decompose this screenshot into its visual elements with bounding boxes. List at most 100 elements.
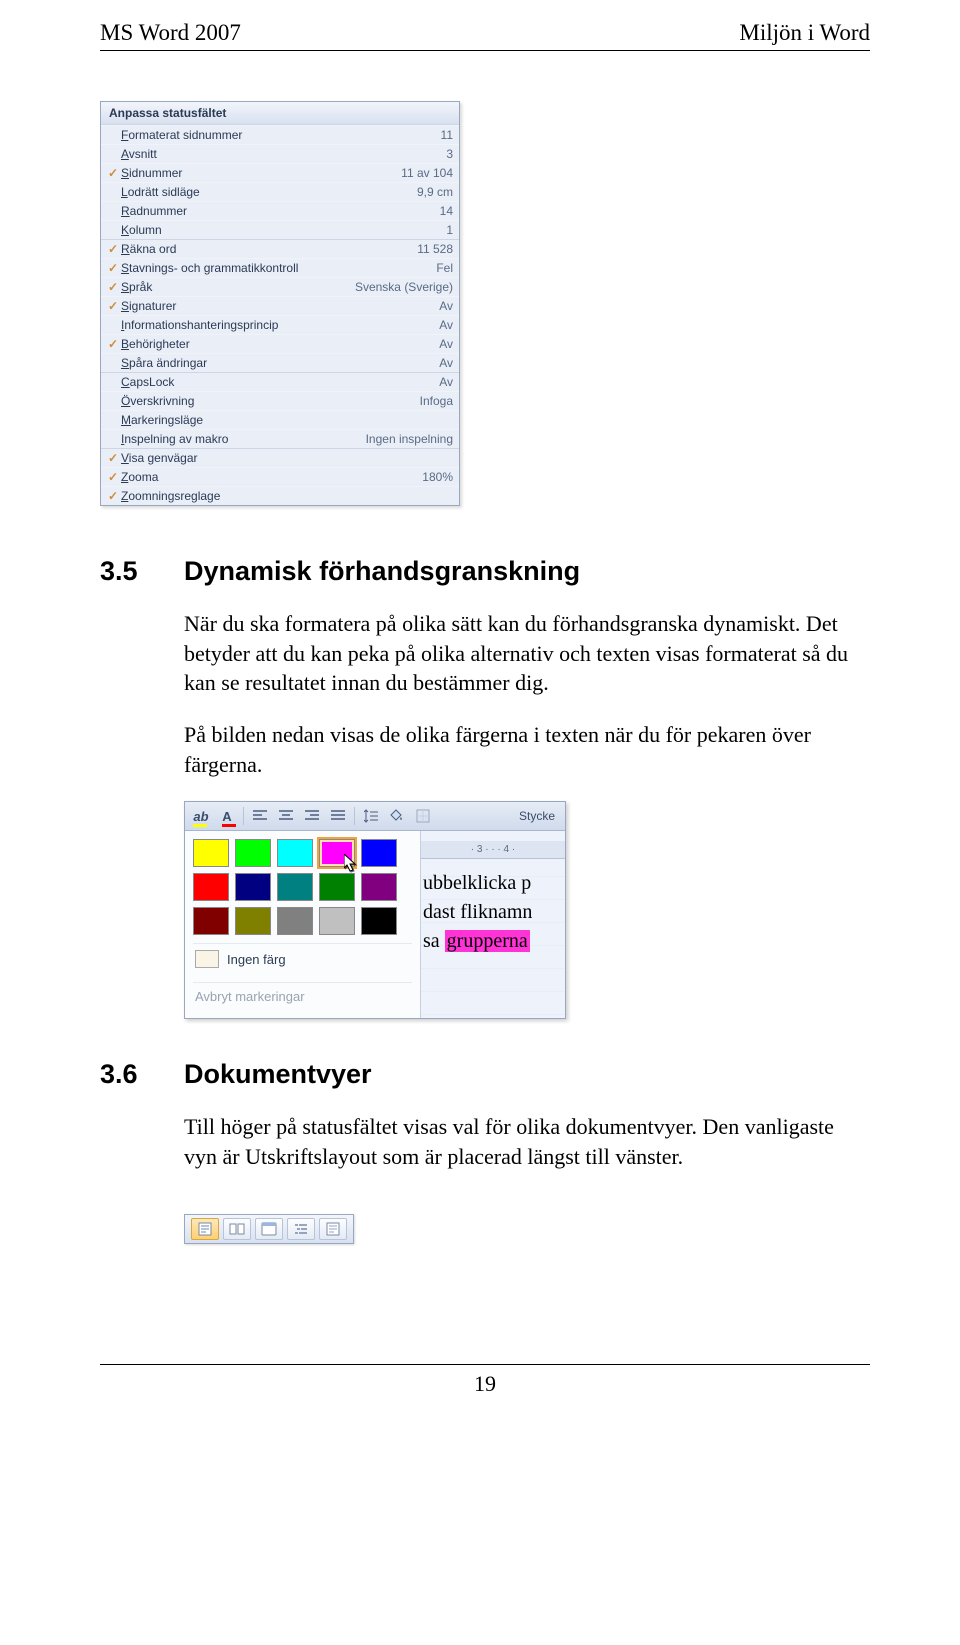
shading-icon[interactable] <box>385 805 409 827</box>
section35-p2: På bilden nedan visas de olika färgerna … <box>184 720 870 779</box>
statusbar-menu-item[interactable]: ✓SpråkSvenska (Sverige) <box>101 277 459 296</box>
no-color-label: Ingen färg <box>227 952 286 967</box>
check-icon: ✓ <box>105 166 121 180</box>
color-swatch[interactable] <box>361 873 397 901</box>
statusbar-menu-item[interactable]: InformationshanteringsprincipAv <box>101 315 459 334</box>
document-view-toolbar <box>184 1214 354 1244</box>
statusbar-menu-item[interactable]: ✓Zooma180% <box>101 467 459 486</box>
color-swatch[interactable] <box>319 907 355 935</box>
status-item-value: 14 <box>432 204 453 218</box>
statusbar-menu-item[interactable]: Spåra ändringarAv <box>101 353 459 372</box>
align-justify-icon[interactable] <box>326 805 350 827</box>
header-rule <box>100 50 870 51</box>
font-color-button[interactable]: A <box>215 805 239 827</box>
color-swatch[interactable] <box>319 839 355 867</box>
print-layout-view[interactable] <box>191 1218 219 1240</box>
statusbar-menu-item[interactable]: Kolumn1 <box>101 220 459 239</box>
statusbar-menu-item[interactable]: Avsnitt3 <box>101 144 459 163</box>
status-item-value: Av <box>431 375 453 389</box>
statusbar-menu-item[interactable]: ✓Visa genvägar <box>101 448 459 467</box>
status-item-label: Spåra ändringar <box>121 356 431 370</box>
check-icon: ✓ <box>105 261 121 275</box>
status-item-label: Formaterat sidnummer <box>121 128 433 142</box>
statusbar-menu-item[interactable]: Markeringsläge <box>101 410 459 429</box>
line-spacing-icon[interactable] <box>359 805 383 827</box>
no-color-swatch <box>195 950 219 968</box>
statusbar-menu-item[interactable]: ✓Zoomningsreglage <box>101 486 459 505</box>
statusbar-menu-item[interactable]: ✓SignaturerAv <box>101 296 459 315</box>
statusbar-menu-item[interactable]: Inspelning av makroIngen inspelning <box>101 429 459 448</box>
color-swatch[interactable] <box>235 873 271 901</box>
status-item-value: 180% <box>414 470 453 484</box>
color-swatch[interactable] <box>319 873 355 901</box>
color-swatch[interactable] <box>361 839 397 867</box>
color-swatch-panel: Ingen färg Avbryt markeringar <box>185 831 421 1018</box>
status-item-label: CapsLock <box>121 375 431 389</box>
cancel-highlights-label: Avbryt markeringar <box>195 989 305 1004</box>
status-item-value: Av <box>431 318 453 332</box>
outline-view[interactable] <box>287 1218 315 1240</box>
draft-view[interactable] <box>319 1218 347 1240</box>
color-swatch[interactable] <box>361 907 397 935</box>
doc-fragment-2: dast fliknamn <box>423 898 561 927</box>
status-item-value: Fel <box>428 261 453 275</box>
statusbar-menu-item[interactable]: ✓Stavnings- och grammatikkontrollFel <box>101 258 459 277</box>
color-swatch[interactable] <box>235 839 271 867</box>
check-icon: ✓ <box>105 489 121 503</box>
color-swatch[interactable] <box>277 839 313 867</box>
statusbar-customize-menu: Anpassa statusfältet Formaterat sidnumme… <box>100 101 460 506</box>
color-swatch[interactable] <box>277 873 313 901</box>
no-color-option[interactable]: Ingen färg <box>193 943 412 974</box>
status-item-value: Av <box>431 299 453 313</box>
align-center-icon[interactable] <box>274 805 298 827</box>
section-title: Dynamisk förhandsgranskning <box>184 556 580 587</box>
status-item-value: 1 <box>438 223 453 237</box>
status-item-label: Räkna ord <box>121 242 409 256</box>
highlighted-word: grupperna <box>445 930 530 952</box>
doc-fragment-1: ubbelklicka p <box>423 869 561 898</box>
statusbar-menu-item[interactable]: Formaterat sidnummer11 <box>101 125 459 144</box>
check-icon: ✓ <box>105 337 121 351</box>
cursor-icon <box>344 854 358 872</box>
web-layout-view[interactable] <box>255 1218 283 1240</box>
statusbar-menu-title: Anpassa statusfältet <box>101 102 459 125</box>
page-number: 19 <box>100 1371 870 1397</box>
doc-fragment-3: sa grupperna <box>423 927 561 956</box>
fullscreen-reading-view[interactable] <box>223 1218 251 1240</box>
color-swatch[interactable] <box>277 907 313 935</box>
align-left-icon[interactable] <box>248 805 272 827</box>
status-item-value: 11 <box>433 128 453 142</box>
check-icon: ✓ <box>105 280 121 294</box>
status-item-value: Av <box>431 356 453 370</box>
align-right-icon[interactable] <box>300 805 324 827</box>
statusbar-menu-item[interactable]: CapsLockAv <box>101 372 459 391</box>
highlight-color-button[interactable]: ab <box>189 805 213 827</box>
status-item-value: 11 528 <box>409 242 453 256</box>
color-swatch[interactable] <box>193 839 229 867</box>
statusbar-menu-item[interactable]: Lodrätt sidläge9,9 cm <box>101 182 459 201</box>
toolbar-divider <box>354 807 355 825</box>
statusbar-menu-item[interactable]: ✓Räkna ord11 528 <box>101 239 459 258</box>
status-item-value: Ingen inspelning <box>358 432 453 446</box>
status-item-label: Behörigheter <box>121 337 431 351</box>
toolbar-divider <box>243 807 244 825</box>
statusbar-menu-item[interactable]: ✓BehörigheterAv <box>101 334 459 353</box>
status-item-label: Markeringsläge <box>121 413 445 427</box>
borders-icon[interactable] <box>411 805 435 827</box>
status-item-label: Radnummer <box>121 204 432 218</box>
section-heading-36: 3.6 Dokumentvyer <box>100 1059 870 1090</box>
color-swatch[interactable] <box>235 907 271 935</box>
statusbar-menu-item[interactable]: ÖverskrivningInfoga <box>101 391 459 410</box>
section-num: 3.5 <box>100 556 154 587</box>
status-item-label: Stavnings- och grammatikkontroll <box>121 261 428 275</box>
statusbar-menu-item[interactable]: ✓Sidnummer11 av 104 <box>101 163 459 182</box>
section36-p1: Till höger på statusfältet visas val för… <box>184 1112 870 1171</box>
color-swatch[interactable] <box>193 873 229 901</box>
mini-toolbar: ab A Stycke <box>185 802 565 831</box>
status-item-value: Svenska (Sverige) <box>347 280 453 294</box>
cancel-highlights-option: Avbryt markeringar <box>193 982 412 1010</box>
section-num: 3.6 <box>100 1059 154 1090</box>
statusbar-menu-item[interactable]: Radnummer14 <box>101 201 459 220</box>
color-swatch[interactable] <box>193 907 229 935</box>
check-icon: ✓ <box>105 451 121 465</box>
